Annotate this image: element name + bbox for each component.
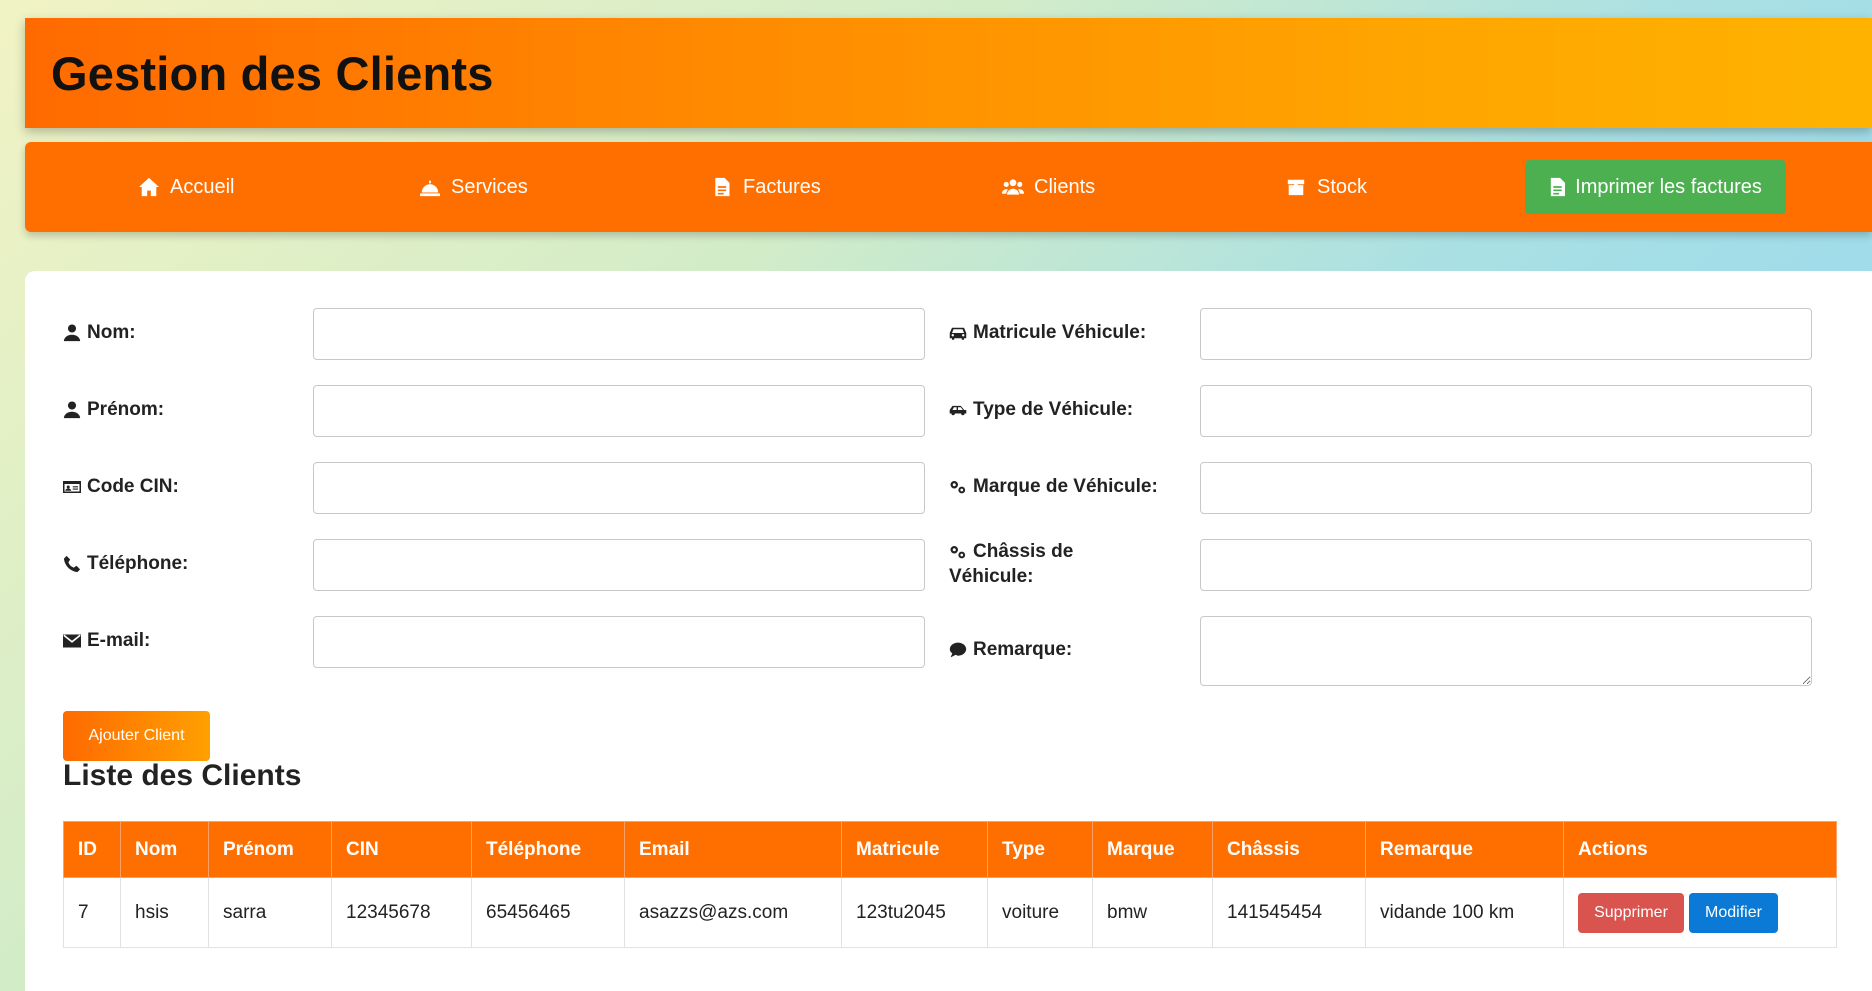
envelope-icon xyxy=(63,633,81,648)
edit-button[interactable]: Modifier xyxy=(1689,892,1778,933)
page-title: Gestion des Clients xyxy=(51,46,494,100)
nav-item-accueil[interactable]: Accueil xyxy=(138,142,234,232)
main-nav: Accueil Services Factures Clients Stock … xyxy=(25,142,1872,232)
column-header: Remarque xyxy=(1365,821,1564,878)
print-invoices-label: Imprimer les factures xyxy=(1575,175,1762,198)
comment-icon xyxy=(949,642,967,657)
cell-remarque: vidande 100 km xyxy=(1365,877,1564,948)
nav-item-label: Accueil xyxy=(170,175,235,198)
prenom-input[interactable] xyxy=(313,385,925,437)
telephone-input[interactable] xyxy=(313,539,925,591)
email-input[interactable] xyxy=(313,616,925,668)
cell-email: asazzs@azs.com xyxy=(624,877,842,948)
user-icon xyxy=(63,323,81,341)
phone-icon xyxy=(63,555,81,572)
nav-item-label: Factures xyxy=(743,175,821,198)
remarque-textarea[interactable] xyxy=(1200,616,1812,686)
matricule-label: Matricule Véhicule: xyxy=(949,320,1146,345)
column-header: CIN xyxy=(331,821,472,878)
email-label: E-mail: xyxy=(63,628,150,653)
client-list-title: Liste des Clients xyxy=(63,759,302,792)
chassis-input[interactable] xyxy=(1200,539,1812,591)
cell-prenom: sarra xyxy=(208,877,332,948)
column-header: Actions xyxy=(1563,821,1837,878)
column-header: Type xyxy=(987,821,1093,878)
file-icon xyxy=(1550,177,1566,197)
print-invoices-button[interactable]: Imprimer les factures xyxy=(1525,160,1786,214)
file-icon xyxy=(715,177,730,197)
column-header: ID xyxy=(63,821,121,878)
users-icon xyxy=(1002,179,1024,195)
cin-label: Code CIN: xyxy=(63,474,179,499)
cin-input[interactable] xyxy=(313,462,925,514)
type-input[interactable] xyxy=(1200,385,1812,437)
cogs-icon xyxy=(950,545,966,558)
cell-matricule: 123tu2045 xyxy=(841,877,988,948)
table-row: 7 hsis sarra 12345678 65456465 asazzs@az… xyxy=(63,877,1837,948)
cell-telephone: 65456465 xyxy=(471,877,625,948)
nom-input[interactable] xyxy=(313,308,925,360)
column-header: Nom xyxy=(120,821,209,878)
car-side-icon xyxy=(949,405,967,415)
column-header: Téléphone xyxy=(471,821,625,878)
column-header: Matricule xyxy=(841,821,988,878)
page-header: Gestion des Clients xyxy=(25,18,1872,128)
home-icon xyxy=(139,177,159,197)
nav-item-factures[interactable]: Factures xyxy=(711,142,821,232)
delete-button[interactable]: Supprimer xyxy=(1578,892,1684,933)
nav-item-label: Services xyxy=(451,175,528,198)
nav-item-clients[interactable]: Clients xyxy=(1002,142,1095,232)
car-icon xyxy=(949,327,967,340)
column-header: Châssis xyxy=(1212,821,1366,878)
chassis-label: Châssis de Véhicule: xyxy=(949,541,1074,587)
client-form-panel: Nom: Prénom: Code CIN: Téléphone: E-mail… xyxy=(25,271,1872,991)
box-icon xyxy=(1287,179,1305,196)
remarque-label: Remarque: xyxy=(949,637,1072,662)
nav-item-label: Clients xyxy=(1034,175,1096,198)
cell-marque: bmw xyxy=(1092,877,1213,948)
cell-chassis: 141545454 xyxy=(1212,877,1366,948)
cell-nom: hsis xyxy=(120,877,209,948)
add-client-button[interactable]: Ajouter Client xyxy=(63,711,210,761)
nav-item-stock[interactable]: Stock xyxy=(1285,142,1367,232)
clients-table: ID Nom Prénom CIN Téléphone Email Matric… xyxy=(63,821,1837,948)
matricule-input[interactable] xyxy=(1200,308,1812,360)
nav-item-label: Stock xyxy=(1317,175,1368,198)
column-header: Email xyxy=(624,821,842,878)
cell-cin: 12345678 xyxy=(331,877,472,948)
table-header-row: ID Nom Prénom CIN Téléphone Email Matric… xyxy=(63,821,1837,878)
bell-icon xyxy=(420,179,440,197)
nom-label: Nom: xyxy=(63,320,136,345)
column-header: Marque xyxy=(1092,821,1213,878)
nav-item-services[interactable]: Services xyxy=(419,142,528,232)
telephone-label: Téléphone: xyxy=(63,551,188,576)
cell-type: voiture xyxy=(987,877,1093,948)
type-label: Type de Véhicule: xyxy=(949,397,1133,422)
id-card-icon xyxy=(63,480,81,493)
cogs-icon xyxy=(950,480,966,493)
marque-label: Marque de Véhicule: xyxy=(949,474,1158,499)
prenom-label: Prénom: xyxy=(63,397,164,422)
cell-actions: Supprimer Modifier xyxy=(1563,877,1837,948)
cell-id: 7 xyxy=(63,877,121,948)
column-header: Prénom xyxy=(208,821,332,878)
marque-input[interactable] xyxy=(1200,462,1812,514)
user-icon xyxy=(63,400,81,418)
